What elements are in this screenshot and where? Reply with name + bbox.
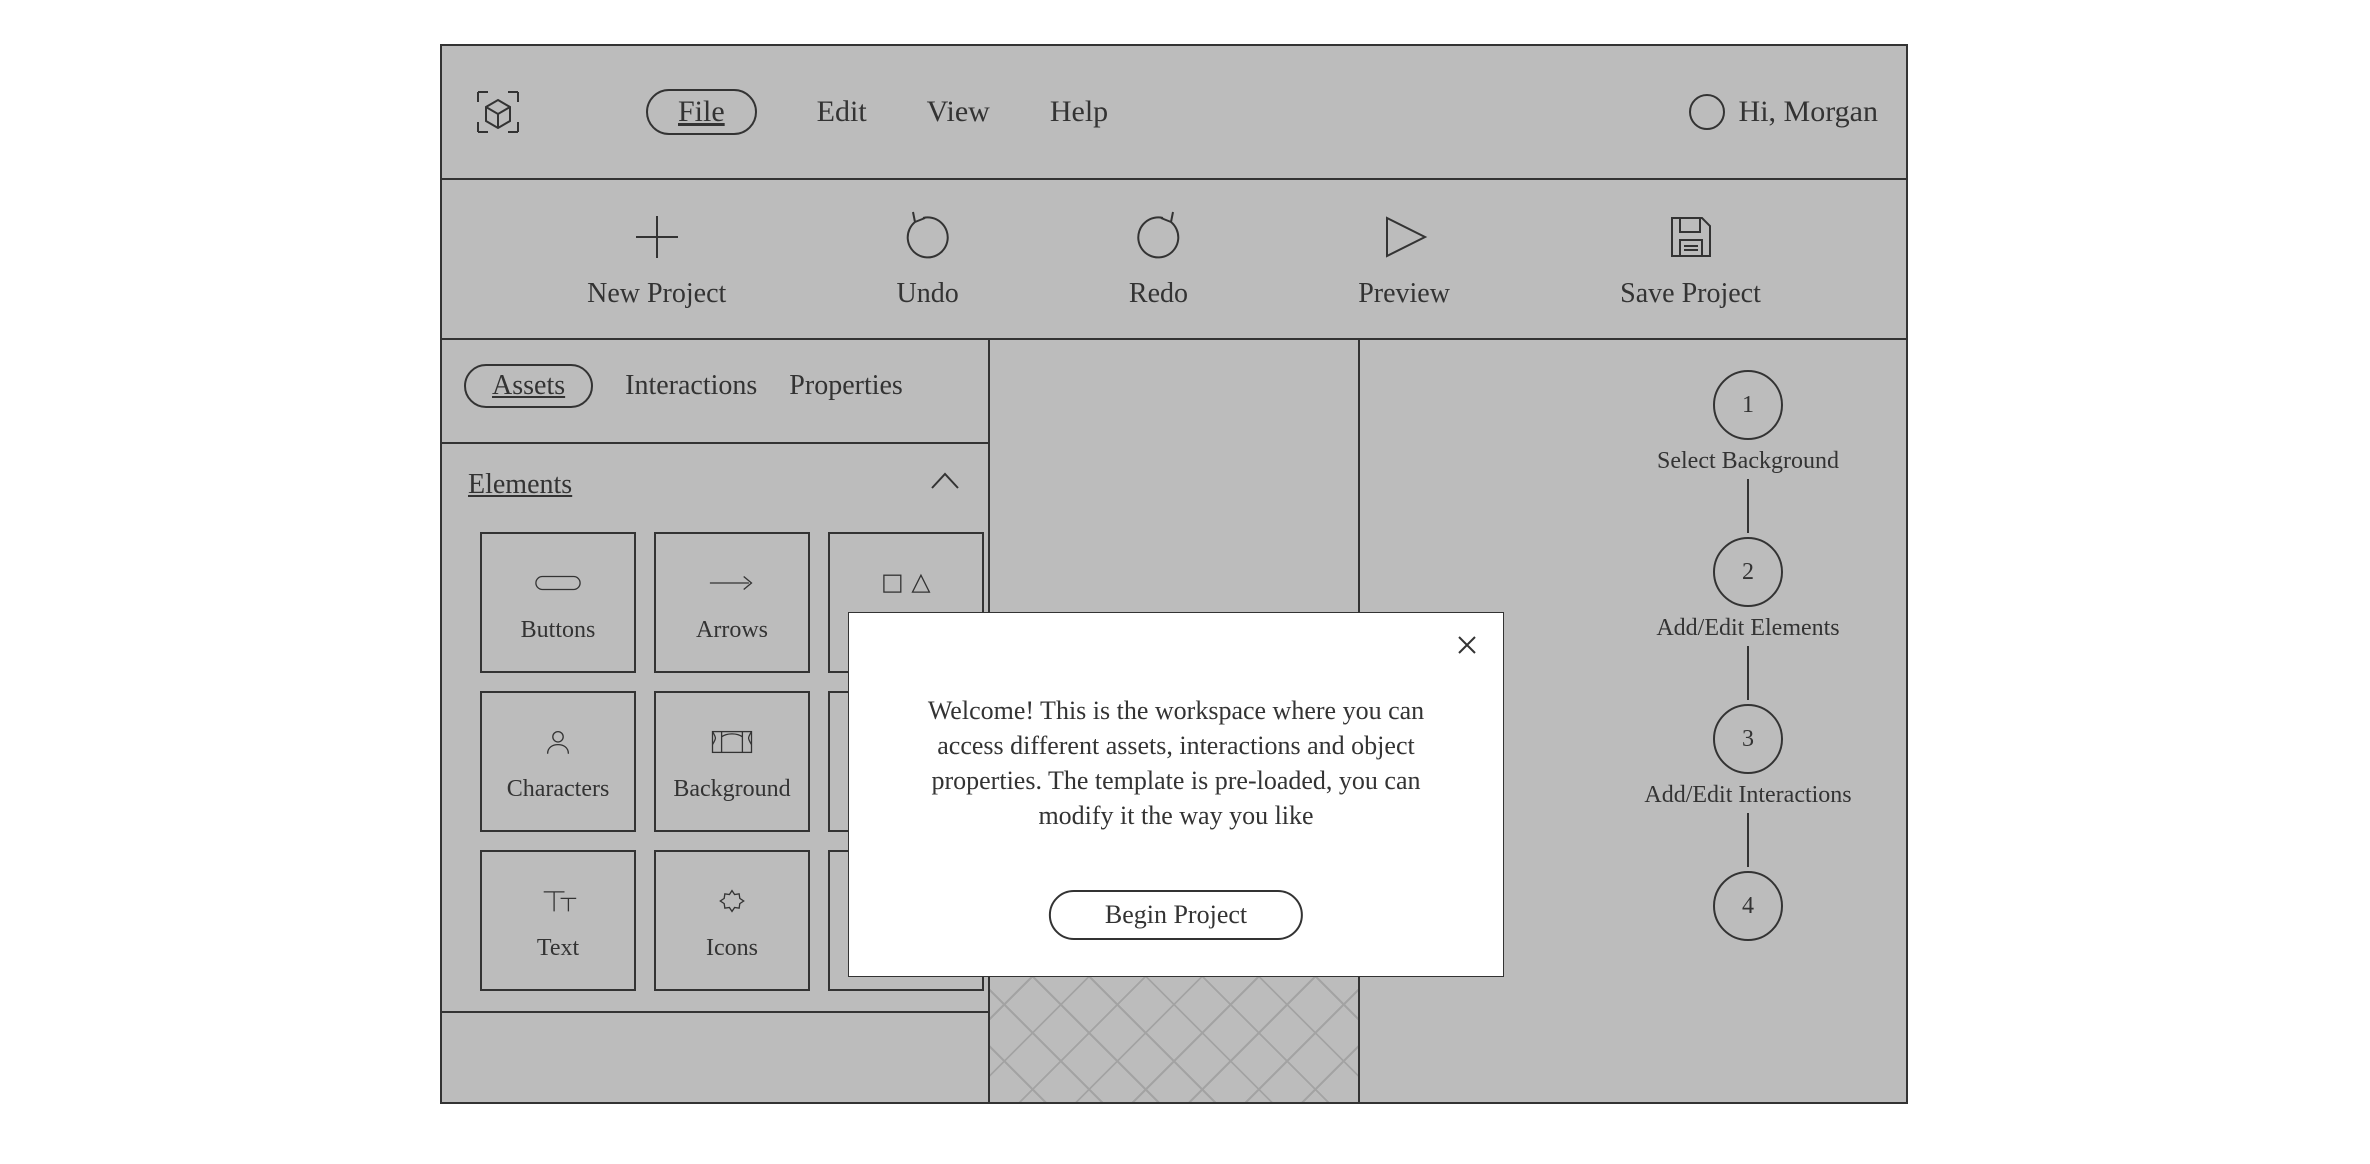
new-project-label: New Project	[587, 278, 726, 310]
avatar-icon	[1689, 94, 1725, 130]
step-2-label: Add/Edit Elements	[1656, 615, 1839, 642]
element-buttons-label: Buttons	[521, 617, 596, 644]
user-greeting: Hi, Morgan	[1739, 95, 1878, 129]
modal-close-button[interactable]	[1449, 627, 1485, 663]
tab-interactions[interactable]: Interactions	[625, 370, 757, 402]
element-buttons[interactable]: Buttons	[480, 532, 636, 673]
section-elements-header[interactable]: Elements	[442, 444, 988, 522]
buttons-icon	[532, 561, 584, 605]
step-connector	[1747, 479, 1749, 533]
element-characters[interactable]: Characters	[480, 691, 636, 832]
background-icon	[706, 720, 758, 764]
step-4[interactable]: 4	[1713, 871, 1783, 949]
chevron-up-icon	[928, 464, 962, 506]
app-frame: File Edit View Help Hi, Morgan New Proje…	[440, 44, 1908, 1104]
step-4-circle: 4	[1713, 871, 1783, 941]
step-1[interactable]: 1 Select Background	[1657, 370, 1839, 537]
menu-view[interactable]: View	[927, 95, 990, 129]
icons-icon	[706, 879, 758, 923]
section-elements-title: Elements	[468, 469, 572, 501]
user-block[interactable]: Hi, Morgan	[1689, 94, 1878, 130]
save-project-button[interactable]: Save Project	[1620, 208, 1761, 310]
element-background-label: Background	[673, 776, 790, 803]
undo-label: Undo	[896, 278, 958, 310]
element-text[interactable]: Text	[480, 850, 636, 991]
step-connector	[1747, 813, 1749, 867]
element-icons-label: Icons	[706, 935, 758, 962]
characters-icon	[532, 720, 584, 764]
menu-edit[interactable]: Edit	[817, 95, 867, 129]
element-arrows[interactable]: Arrows	[654, 532, 810, 673]
app-logo-icon	[470, 84, 526, 140]
welcome-modal: Welcome! This is the workspace where you…	[848, 612, 1504, 977]
menu-items: File Edit View Help	[646, 89, 1108, 135]
tab-properties[interactable]: Properties	[789, 370, 903, 402]
element-characters-label: Characters	[507, 776, 610, 803]
text-icon	[532, 879, 584, 923]
step-3-label: Add/Edit Interactions	[1644, 782, 1851, 809]
undo-icon	[899, 208, 957, 266]
redo-button[interactable]: Redo	[1129, 208, 1188, 310]
step-2[interactable]: 2 Add/Edit Elements	[1656, 537, 1839, 704]
step-3-circle: 3	[1713, 704, 1783, 774]
preview-label: Preview	[1358, 278, 1450, 310]
section-next-header[interactable]	[442, 1011, 988, 1049]
shapes-icon	[880, 561, 932, 605]
arrows-icon	[706, 561, 758, 605]
step-1-label: Select Background	[1657, 448, 1839, 475]
redo-icon	[1129, 208, 1187, 266]
step-1-circle: 1	[1713, 370, 1783, 440]
save-project-label: Save Project	[1620, 278, 1761, 310]
element-icons[interactable]: Icons	[654, 850, 810, 991]
preview-button[interactable]: Preview	[1358, 208, 1450, 310]
step-3[interactable]: 3 Add/Edit Interactions	[1644, 704, 1851, 871]
sidebar-tabs: Assets Interactions Properties	[442, 340, 988, 444]
plus-icon	[628, 208, 686, 266]
element-background[interactable]: Background	[654, 691, 810, 832]
menu-file[interactable]: File	[646, 89, 757, 135]
step-2-circle: 2	[1713, 537, 1783, 607]
redo-label: Redo	[1129, 278, 1188, 310]
tab-assets[interactable]: Assets	[464, 364, 593, 408]
menubar: File Edit View Help Hi, Morgan	[442, 46, 1906, 180]
begin-project-button[interactable]: Begin Project	[1049, 890, 1303, 940]
menu-help[interactable]: Help	[1050, 95, 1108, 129]
modal-text: Welcome! This is the workspace where you…	[849, 613, 1503, 833]
new-project-button[interactable]: New Project	[587, 208, 726, 310]
play-icon	[1375, 208, 1433, 266]
toolbar: New Project Undo Redo Preview	[442, 180, 1906, 340]
element-text-label: Text	[537, 935, 579, 962]
step-connector	[1747, 646, 1749, 700]
undo-button[interactable]: Undo	[896, 208, 958, 310]
save-icon	[1662, 208, 1720, 266]
element-arrows-label: Arrows	[696, 617, 768, 644]
